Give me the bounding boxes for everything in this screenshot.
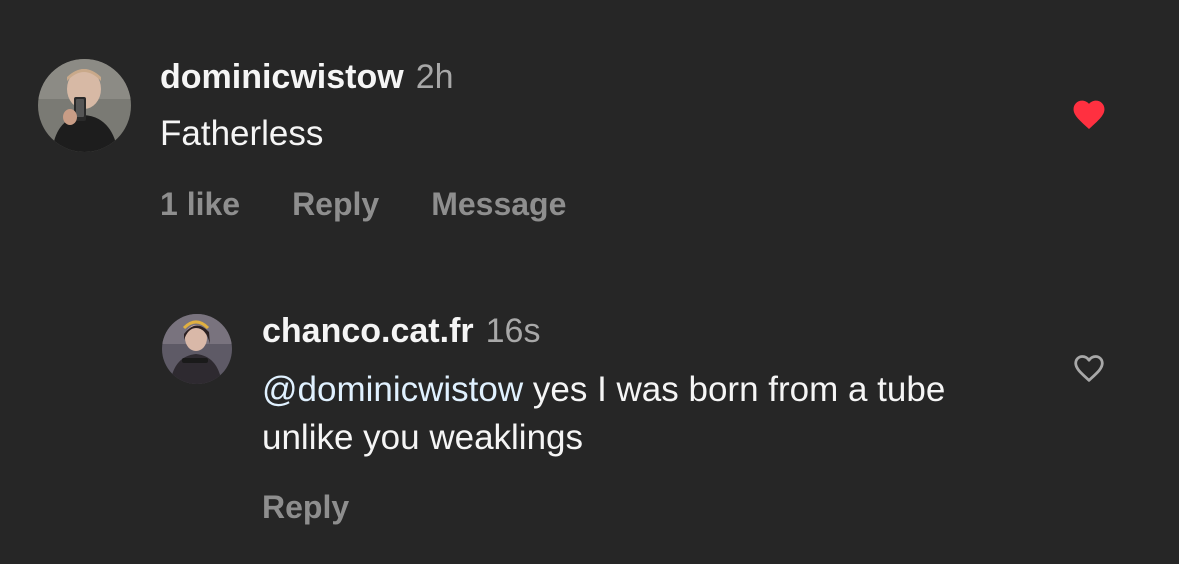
avatar[interactable]: [38, 59, 131, 152]
comment-text: Fatherless: [160, 114, 324, 153]
heart-filled-icon[interactable]: [1070, 96, 1108, 130]
message-button[interactable]: Message: [431, 188, 566, 220]
heart-outline-icon[interactable]: [1070, 350, 1108, 384]
mention-link[interactable]: @dominicwistow: [262, 370, 523, 409]
comment-username[interactable]: chanco.cat.fr 16s: [262, 314, 540, 348]
comment-timestamp: 2h: [415, 58, 454, 96]
avatar-image: [38, 59, 131, 152]
avatar[interactable]: [162, 314, 232, 384]
reply-button[interactable]: Reply: [292, 188, 379, 220]
comment-timestamp: 16s: [485, 312, 541, 350]
comment-username[interactable]: dominicwistow 2h: [160, 60, 454, 94]
likes-count-link[interactable]: 1 like: [160, 188, 240, 220]
reply-button[interactable]: Reply: [262, 491, 349, 523]
comment-text: @dominicwistow yes I was born from a tub…: [262, 366, 1042, 462]
username-text[interactable]: dominicwistow: [160, 58, 404, 96]
username-text[interactable]: chanco.cat.fr: [262, 312, 474, 350]
comment-actions: Reply: [262, 491, 349, 523]
comment-actions: 1 like Reply Message: [160, 188, 566, 220]
avatar-image: [162, 314, 232, 384]
